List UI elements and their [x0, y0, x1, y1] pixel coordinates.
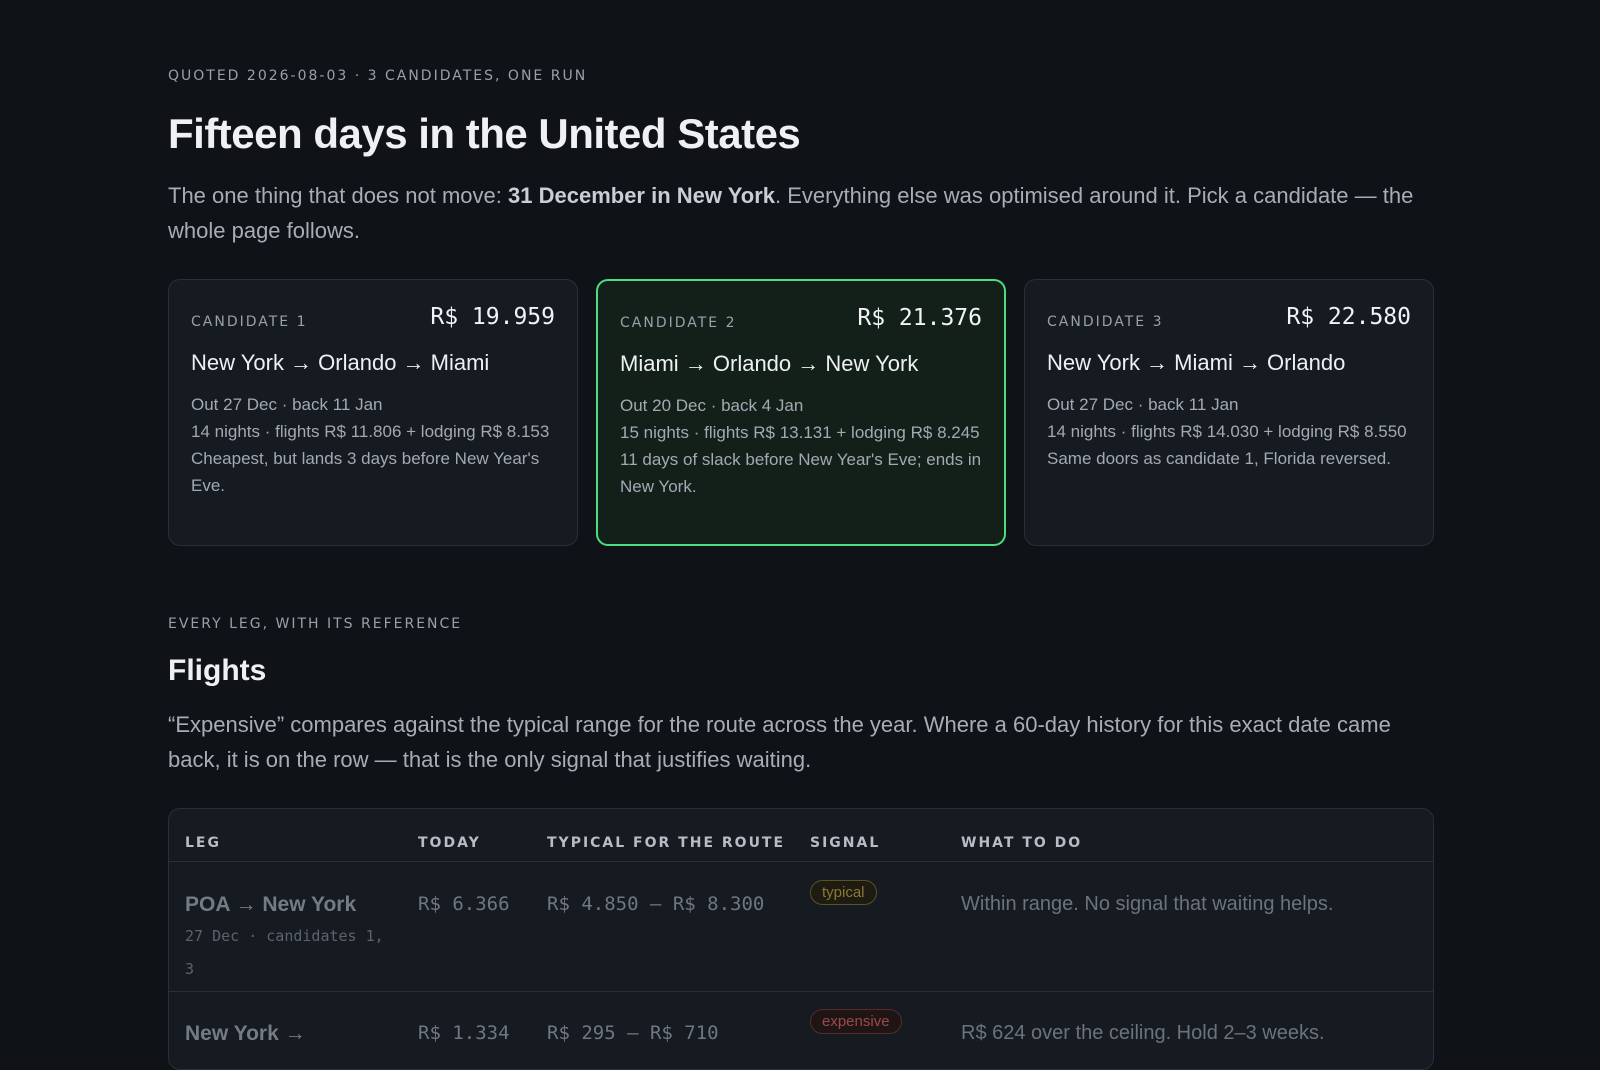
candidate-dates: Out 27 Dec · back 11 Jan	[191, 395, 383, 414]
header-divider	[169, 861, 1433, 862]
signal-badge: expensive	[810, 1009, 902, 1034]
candidate-note: 11 days of slack before New Year's Eve; …	[620, 450, 982, 496]
flights-title: Flights	[168, 654, 267, 687]
candidate-note: Same doors as candidate 1, Florida rever…	[1047, 449, 1391, 468]
column-header-what-to-do: WHAT TO DO	[961, 835, 1083, 851]
candidate-route: New York → Orlando → Miami	[191, 350, 490, 375]
column-header-typical: TYPICAL FOR THE ROUTE	[547, 835, 786, 851]
column-header-today: TODAY	[418, 835, 481, 851]
quote-eyebrow: QUOTED 2026-08-03 · 3 CANDIDATES, ONE RU…	[168, 68, 588, 84]
flights-description: “Expensive” compares against the typical…	[168, 712, 1391, 772]
lede-pre: The one thing that does not move:	[168, 183, 509, 208]
candidate-price: R$ 22.580	[1286, 304, 1411, 330]
flights-eyebrow: EVERY LEG, WITH ITS REFERENCE	[168, 616, 463, 632]
candidate-breakdown: 14 nights · flights R$ 14.030 + lodging …	[1047, 422, 1407, 441]
candidate-cards: CANDIDATE 1 R$ 19.959 New York → Orlando…	[168, 279, 1434, 546]
leg-typical-range: R$ 4.850 – R$ 8.300	[547, 893, 765, 915]
candidate-route: New York → Miami → Orlando	[1047, 350, 1346, 375]
leg-advice: R$ 624 over the ceiling. Hold 2–3 weeks.	[961, 1022, 1325, 1044]
page-title: Fifteen days in the United States	[168, 110, 801, 157]
candidate-label: CANDIDATE 1	[191, 314, 308, 330]
candidate-meta: Out 20 Dec · back 4 Jan 15 nights · flig…	[620, 392, 982, 500]
candidate-route: Miami → Orlando → New York	[620, 351, 919, 376]
leg-route: New York →	[185, 1022, 306, 1045]
candidate-meta: Out 27 Dec · back 11 Jan 14 nights · fli…	[1047, 391, 1411, 472]
candidate-label: CANDIDATE 3	[1047, 314, 1164, 330]
leg-sub: 27 Dec · candidates 1, 3	[185, 927, 384, 978]
candidate-breakdown: 15 nights · flights R$ 13.131 + lodging …	[620, 423, 980, 442]
candidate-note: Cheapest, but lands 3 days before New Ye…	[191, 449, 540, 495]
leg-typical-range: R$ 295 – R$ 710	[547, 1022, 719, 1044]
candidate-label: CANDIDATE 2	[620, 315, 737, 331]
lede-bold: 31 December in New York	[508, 183, 775, 208]
candidate-card-2[interactable]: CANDIDATE 2 R$ 21.376 Miami → Orlando → …	[596, 279, 1006, 546]
candidate-price: R$ 21.376	[857, 305, 982, 331]
signal-badge: typical	[810, 880, 877, 905]
leg-route: POA → New York	[185, 893, 357, 916]
candidate-dates: Out 27 Dec · back 11 Jan	[1047, 395, 1239, 414]
column-header-leg: LEG	[185, 835, 221, 851]
candidate-dates: Out 20 Dec · back 4 Jan	[620, 396, 804, 415]
leg-today-price: R$ 6.366	[418, 893, 510, 915]
candidate-breakdown: 14 nights · flights R$ 11.806 + lodging …	[191, 422, 550, 441]
page-lede: The one thing that does not move: 31 Dec…	[168, 178, 1432, 248]
leg-advice: Within range. No signal that waiting hel…	[961, 893, 1334, 915]
row-divider	[169, 991, 1433, 992]
candidate-card-1[interactable]: CANDIDATE 1 R$ 19.959 New York → Orlando…	[168, 279, 578, 546]
column-header-signal: SIGNAL	[810, 835, 881, 851]
candidate-price: R$ 19.959	[430, 304, 555, 330]
leg-today-price: R$ 1.334	[418, 1022, 510, 1044]
candidate-card-3[interactable]: CANDIDATE 3 R$ 22.580 New York → Miami →…	[1024, 279, 1434, 546]
candidate-meta: Out 27 Dec · back 11 Jan 14 nights · fli…	[191, 391, 555, 499]
